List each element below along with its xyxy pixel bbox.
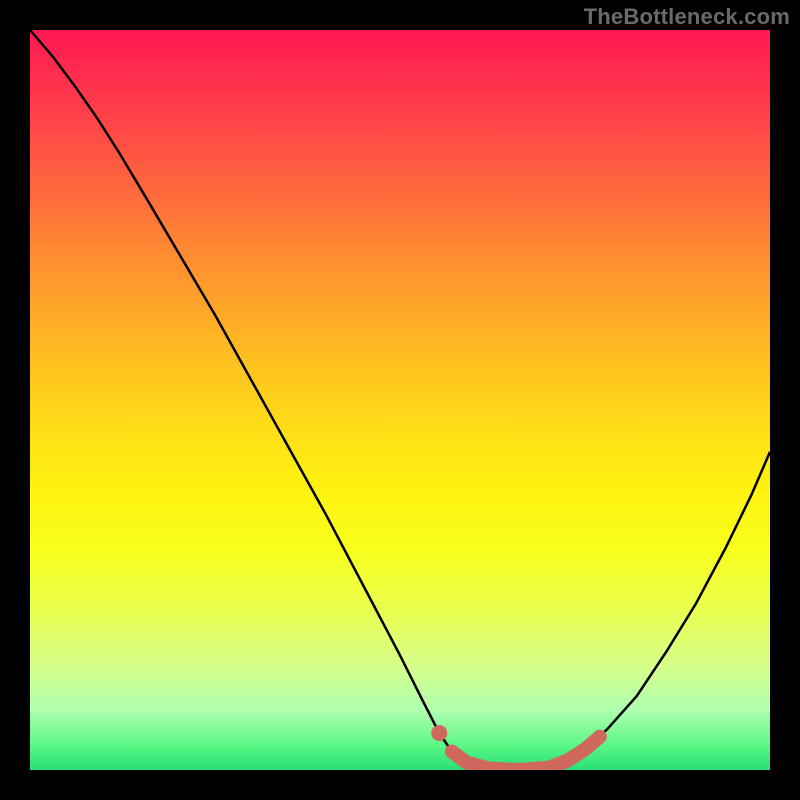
plot-area — [30, 30, 770, 770]
chart-svg — [30, 30, 770, 770]
highlight-dot — [431, 725, 447, 741]
watermark-text: TheBottleneck.com — [584, 4, 790, 30]
series-curve — [30, 30, 770, 770]
series-highlight — [452, 737, 600, 770]
chart-container: TheBottleneck.com — [0, 0, 800, 800]
